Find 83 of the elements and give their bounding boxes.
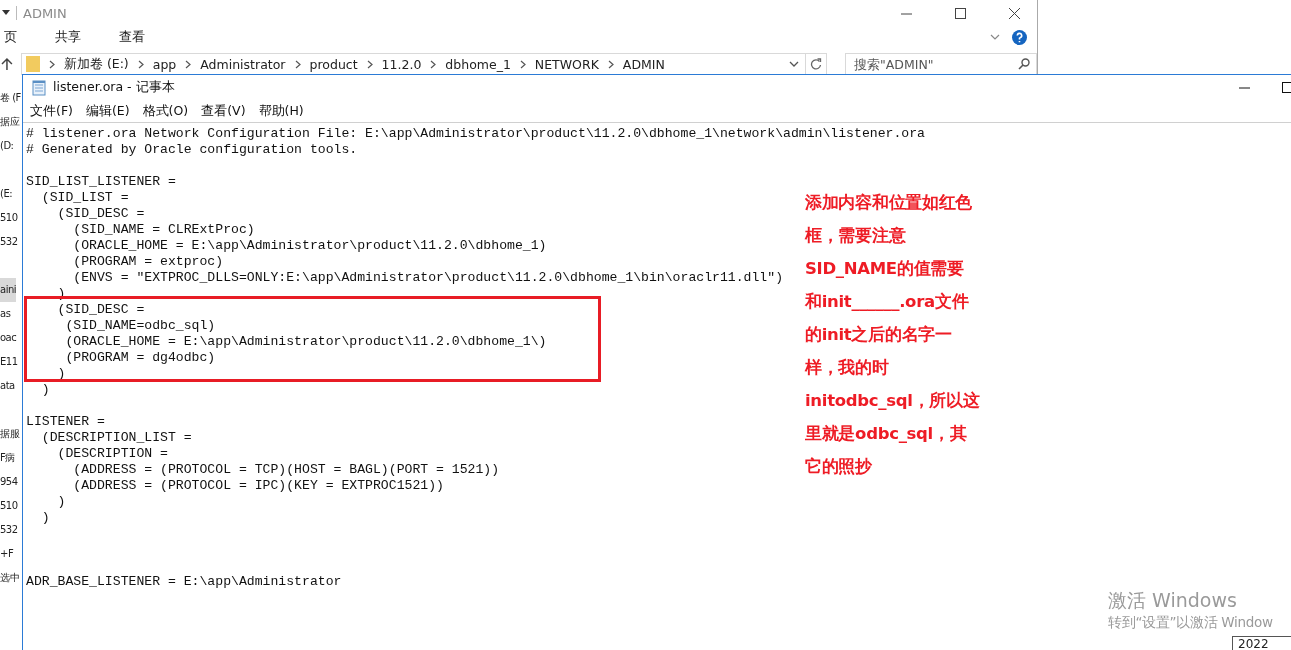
help-icon[interactable] (1012, 29, 1027, 45)
nav-item[interactable]: 据应 (0, 110, 19, 134)
chevron-icon (607, 59, 614, 69)
code-line: (ORACLE_HOME = E:\app\Administrator\product\11.2.0\dbhome_1) (72, 238, 547, 254)
code-line: # Generated by Oracle configuration tools. (26, 142, 358, 158)
nav-item[interactable]: E11 (0, 350, 18, 374)
activation-title: 激活 Windows (1108, 588, 1237, 612)
maximize-icon[interactable] (955, 7, 966, 19)
code-line: (SID_LIST = (40, 190, 129, 206)
activation-hint: 转到“设置”以激活 Window (1108, 613, 1273, 631)
code-line: (DESCRIPTION_LIST = (40, 430, 192, 446)
taskbar-clock[interactable]: 2022 (1232, 636, 1291, 650)
code-line: (PROGRAM = dg4odbc) (64, 350, 216, 366)
chevron-icon (366, 59, 373, 69)
code-line: (ORACLE_HOME = E:\app\Administrator\product\11.2.0\dbhome_1\) (64, 334, 547, 350)
code-line: ) (40, 382, 50, 398)
code-line: (ADDRESS = (PROTOCOL = TCP)(HOST = BAGL)(PORT = 1521)) (72, 462, 500, 478)
chevron-down-icon[interactable] (990, 34, 1000, 40)
nav-item[interactable]: (E: (0, 182, 13, 206)
breadcrumb-item[interactable]: 11.2.0 (381, 56, 422, 72)
breadcrumb-item[interactable]: 新加卷 (E:) (63, 55, 129, 73)
nav-item[interactable]: ata (0, 374, 15, 398)
up-arrow-icon[interactable] (1, 58, 13, 70)
ribbon-tab[interactable]: 查看 (115, 26, 149, 48)
nav-item[interactable]: +F (0, 542, 14, 566)
code-line: SID_LIST_LISTENER = (26, 174, 176, 190)
nav-item[interactable]: 510 (0, 206, 18, 230)
nav-item[interactable]: 选中 (0, 566, 19, 590)
menu-item[interactable]: 文件(F) (30, 102, 73, 120)
code-line: ) (56, 494, 66, 510)
nav-item[interactable]: (D: (0, 134, 14, 158)
code-line: (SID_DESC = (56, 206, 145, 222)
caret-icon[interactable] (2, 10, 10, 16)
search-field[interactable]: 搜索"ADMIN" (845, 53, 1037, 75)
chevron-icon (48, 59, 55, 69)
folder-icon (25, 56, 40, 72)
nav-item[interactable]: 510 (0, 494, 18, 518)
breadcrumb-item[interactable]: app (152, 56, 177, 72)
code-line: (ENVS = "EXTPROC_DLLS=ONLY:E:\app\Administrator\product\11.2.0\dbhome_1\bin\oraclr11.dll") (72, 270, 784, 286)
code-line: (SID_NAME = CLRExtProc) (72, 222, 255, 238)
menu-item[interactable]: 帮助(H) (258, 102, 304, 120)
nav-item[interactable]: 据服 (0, 422, 19, 446)
notepad-icon (32, 79, 47, 96)
code-line: (SID_DESC = (56, 302, 145, 318)
code-line: (DESCRIPTION = (56, 446, 168, 462)
maximize-icon[interactable] (1282, 82, 1291, 93)
menu-item[interactable]: 编辑(E) (85, 102, 130, 120)
chevron-icon (430, 59, 437, 69)
code-line: # listener.ora Network Configuration File: E:\app\Administrator\product\11.2.0\dbhome_1\network\admin\listener.ora (26, 126, 925, 142)
search-icon[interactable] (1018, 58, 1030, 70)
refresh-icon[interactable] (810, 58, 822, 70)
window-title: listener.ora - 记事本 (53, 79, 175, 96)
code-line: ADR_BASE_LISTENER = E:\app\Administrator (26, 574, 342, 590)
nav-item[interactable]: F病 (0, 446, 15, 470)
nav-item[interactable]: aini (0, 278, 17, 302)
code-line: (SID_NAME=odbc_sql) (64, 318, 216, 334)
chevron-icon (519, 59, 526, 69)
code-line: (PROGRAM = extproc) (72, 254, 224, 270)
nav-item[interactable]: oac (0, 326, 17, 350)
chevron-icon (185, 59, 192, 69)
annotation-text: 添加内容和位置如红色 框，需要注意 SID_NAME的值需要 和init______.ora文件 的init之后的名字一 样，我的时 initodbc_sql，所以这 里就是odbc_sql，其 它的照抄 (805, 192, 980, 478)
nav-item[interactable]: 卷 (F (0, 86, 21, 110)
nav-item[interactable]: as (0, 302, 11, 326)
menu-item[interactable]: 格式(O) (142, 102, 189, 120)
code-line: (ADDRESS = (PROTOCOL = IPC)(KEY = EXTPROC1521)) (72, 478, 444, 494)
ribbon-tab[interactable]: 共享 (51, 26, 85, 48)
chevron-down-icon[interactable] (789, 61, 799, 67)
code-line: LISTENER = (26, 414, 105, 430)
menu-item[interactable]: 查看(V) (201, 102, 246, 120)
code-line: ) (40, 510, 50, 526)
breadcrumb-item[interactable]: NETWORK (534, 56, 599, 72)
chevron-icon (137, 59, 144, 69)
breadcrumb-item[interactable]: Administrator (200, 56, 286, 72)
breadcrumb-item[interactable]: dbhome_1 (445, 56, 511, 72)
chevron-icon (294, 59, 301, 69)
ribbon-tab[interactable]: 页 (0, 26, 21, 48)
close-icon[interactable] (1009, 7, 1020, 19)
nav-item[interactable]: 532 (0, 230, 18, 254)
nav-item[interactable]: 532 (0, 518, 18, 542)
nav-item[interactable]: 954 (0, 470, 18, 494)
breadcrumb-item[interactable]: ADMIN (622, 56, 665, 72)
breadcrumb-item[interactable]: product (309, 56, 358, 72)
window-title: ADMIN (23, 5, 67, 21)
